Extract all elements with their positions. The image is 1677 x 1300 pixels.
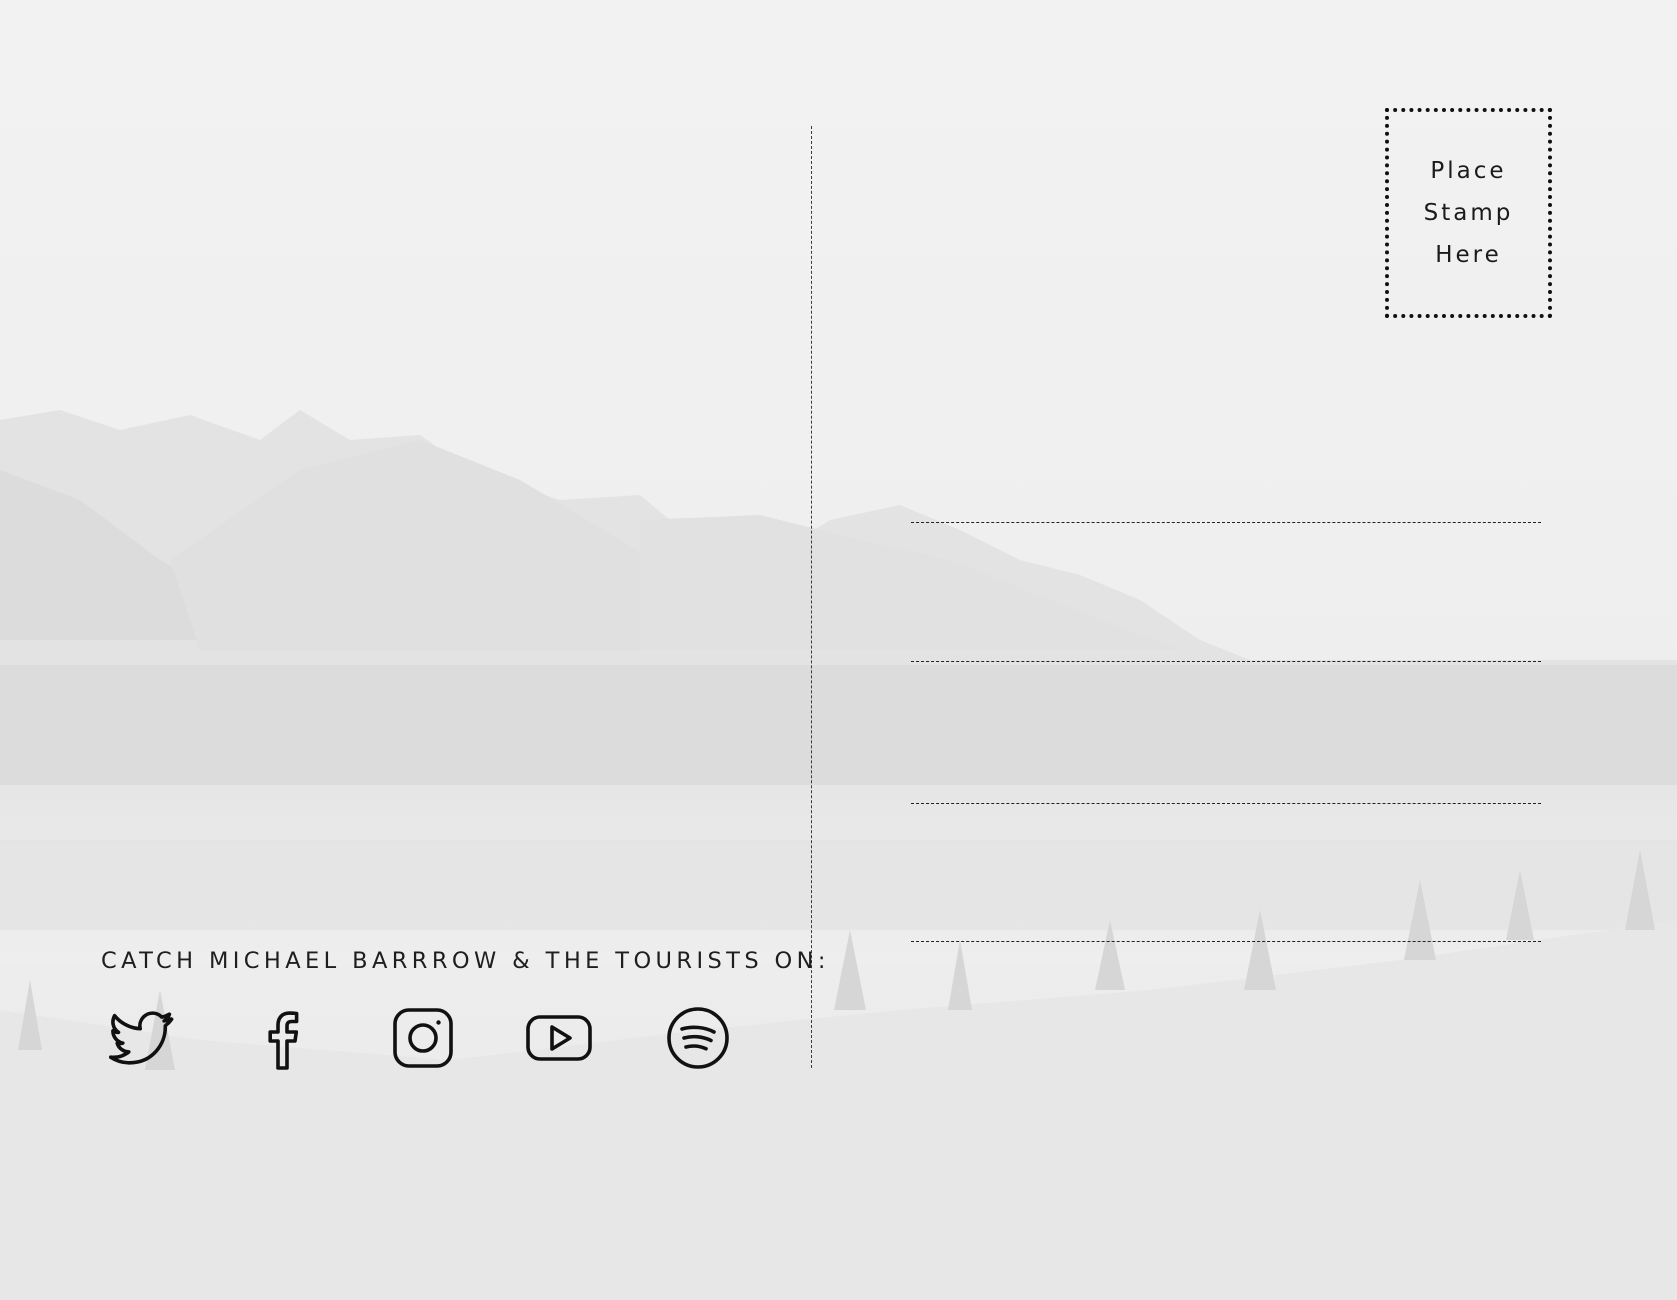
postcard-divider: [811, 126, 812, 1068]
address-line-4: [911, 941, 1541, 942]
facebook-icon[interactable]: [249, 1004, 317, 1072]
instagram-icon[interactable]: [389, 1004, 457, 1072]
youtube-icon[interactable]: [525, 1004, 593, 1072]
stamp-text-line1: Place: [1430, 158, 1507, 184]
promo-text: CATCH MICHAEL BARRROW & THE TOURISTS ON:: [101, 948, 830, 974]
address-line-3: [911, 803, 1541, 804]
twitter-icon[interactable]: [109, 1004, 177, 1072]
spotify-icon[interactable]: [664, 1004, 732, 1072]
stamp-text-line2: Stamp: [1423, 200, 1514, 226]
stamp-area: Place Stamp Here: [1385, 108, 1552, 318]
address-line-2: [911, 661, 1541, 662]
address-line-1: [911, 522, 1541, 523]
stamp-text-line3: Here: [1435, 242, 1502, 268]
